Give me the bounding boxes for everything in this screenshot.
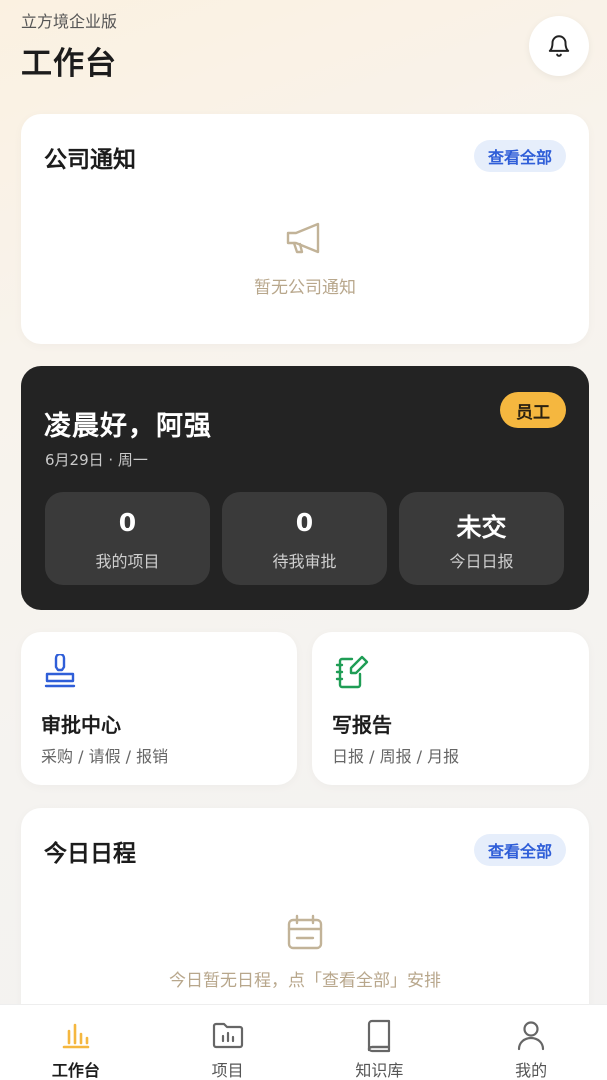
stat-label: 我的项目 [95, 552, 160, 571]
schedule-empty-text: 今日暂无日程，点「查看全部」安排 [169, 971, 441, 991]
write-report-title: 写报告 [332, 713, 392, 737]
notification-button[interactable] [529, 16, 589, 76]
tab-projects[interactable]: 项目 [152, 1005, 304, 1080]
write-report-card[interactable]: 写报告 日报 / 周报 / 月报 [312, 632, 589, 785]
tab-label: 项目 [211, 1061, 244, 1080]
date-text: 6月29日 · 周一 [45, 451, 148, 469]
stat-daily-report[interactable]: 未交 今日日报 [399, 492, 564, 585]
calendar-icon [287, 914, 323, 950]
company-notice-card: 公司通知 查看全部 暂无公司通知 [21, 114, 589, 344]
megaphone-icon [286, 222, 320, 254]
page-header: 立方境企业版 工作台 [21, 10, 117, 83]
stamp-icon [44, 654, 76, 688]
approval-center-card[interactable]: 审批中心 采购 / 请假 / 报销 [21, 632, 297, 785]
schedule-view-all-button[interactable]: 查看全部 [473, 834, 566, 866]
tab-label: 我的 [515, 1061, 548, 1080]
project-folder-icon [212, 1022, 243, 1049]
page-title: 工作台 [21, 46, 117, 82]
book-icon [368, 1019, 391, 1053]
approval-center-title: 审批中心 [41, 713, 121, 737]
stat-value: 0 [295, 508, 314, 537]
bell-icon [548, 35, 570, 57]
bottom-tab-bar: 工作台 项目 知识库 我的 [0, 1004, 607, 1080]
notice-view-all-button[interactable]: 查看全部 [473, 140, 566, 172]
stat-label: 待我审批 [272, 552, 337, 571]
greeting-text: 凌晨好，阿强 [44, 411, 212, 442]
stat-value: 0 [118, 508, 137, 537]
tab-label: 工作台 [51, 1061, 100, 1080]
write-report-desc: 日报 / 周报 / 月报 [332, 747, 460, 766]
stat-pending-approvals[interactable]: 0 待我审批 [222, 492, 387, 585]
tab-mine[interactable]: 我的 [455, 1005, 607, 1080]
stat-my-projects[interactable]: 0 我的项目 [45, 492, 210, 585]
approval-center-desc: 采购 / 请假 / 报销 [41, 747, 169, 766]
notice-empty-text: 暂无公司通知 [254, 278, 356, 298]
stat-label: 今日日报 [449, 552, 514, 571]
app-subtitle: 立方境企业版 [21, 12, 118, 31]
tab-workbench[interactable]: 工作台 [0, 1005, 152, 1080]
role-badge: 员工 [500, 392, 566, 428]
edit-report-icon [335, 655, 369, 689]
user-icon [518, 1021, 545, 1051]
tab-label: 知识库 [355, 1061, 404, 1080]
schedule-title: 今日日程 [44, 841, 136, 867]
greeting-card: 凌晨好，阿强 6月29日 · 周一 员工 0 我的项目 0 待我审批 未交 今日… [21, 366, 589, 610]
notice-title: 公司通知 [44, 147, 136, 173]
stat-value: 未交 [456, 513, 507, 542]
tab-knowledge-base[interactable]: 知识库 [304, 1005, 456, 1080]
bar-chart-icon [62, 1023, 90, 1049]
